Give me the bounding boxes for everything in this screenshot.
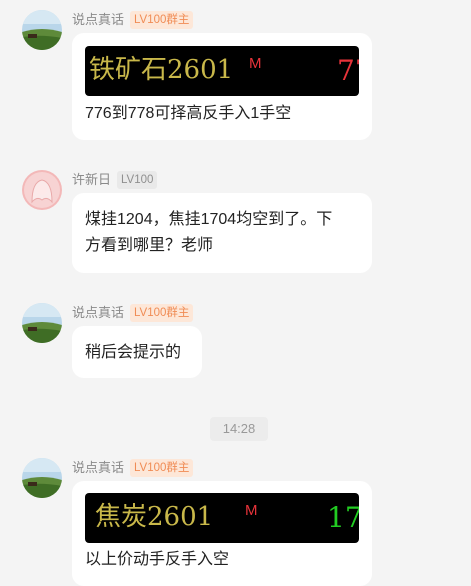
quote-price: 17	[327, 501, 359, 534]
message-text-line: 煤挂1204，焦挂1704均空到了。下	[85, 211, 333, 228]
role-badge: 群主	[166, 307, 190, 319]
level-role-badge: LV100群主	[130, 459, 194, 477]
sender-name[interactable]: 许新日	[72, 171, 111, 189]
level-badge: LV100	[134, 462, 167, 474]
message-text: 稍后会提示的	[85, 344, 182, 361]
message-text: 以上价动手反手入空	[85, 551, 230, 568]
level-badge: LV100	[117, 171, 158, 189]
avatar-image	[22, 303, 62, 343]
avatar-image	[22, 170, 62, 210]
level-badge: LV100	[134, 14, 167, 26]
avatar-image	[22, 10, 62, 50]
quote-image[interactable]: 焦炭2601 M 17	[85, 493, 359, 543]
level-role-badge: LV100群主	[130, 304, 194, 322]
sender-name[interactable]: 说点真话	[72, 11, 124, 29]
message-bubble[interactable]: 焦炭2601 M 17 以上价动手反手入空	[72, 481, 372, 586]
message-bubble[interactable]: 煤挂1204，焦挂1704均空到了。下 方看到哪里？老师	[72, 193, 372, 273]
role-badge: 群主	[166, 462, 190, 474]
message-meta: 说点真话 LV100群主	[72, 11, 194, 29]
sender-name[interactable]: 说点真话	[72, 459, 124, 477]
level-role-badge: LV100群主	[130, 11, 194, 29]
avatar-landscape[interactable]	[22, 10, 62, 50]
message-bubble[interactable]: 铁矿石2601 M 77 776到778可择高反手入1手空	[72, 33, 372, 140]
message-text: 776到778可择高反手入1手空	[85, 105, 292, 122]
sender-name[interactable]: 说点真话	[72, 304, 124, 322]
quote-flag: M	[245, 502, 258, 519]
message-text-line: 方看到哪里？老师	[85, 237, 214, 254]
avatar-pink[interactable]	[22, 170, 62, 210]
message-bubble[interactable]: 稍后会提示的	[72, 326, 202, 378]
quote-flag: M	[249, 55, 262, 72]
role-badge: 群主	[166, 14, 190, 26]
avatar-landscape[interactable]	[22, 303, 62, 343]
quote-symbol: 铁矿石2601	[89, 55, 234, 85]
quote-symbol: 焦炭2601	[95, 502, 214, 532]
quote-image[interactable]: 铁矿石2601 M 77	[85, 46, 359, 96]
level-badge: LV100	[134, 307, 167, 319]
avatar-landscape[interactable]	[22, 458, 62, 498]
message-meta: 说点真话 LV100群主	[72, 459, 194, 477]
message-meta: 许新日 LV100	[72, 171, 158, 189]
quote-price: 77	[337, 54, 359, 87]
timestamp-divider: 14:28	[210, 417, 268, 441]
avatar-image	[22, 458, 62, 498]
message-meta: 说点真话 LV100群主	[72, 304, 194, 322]
